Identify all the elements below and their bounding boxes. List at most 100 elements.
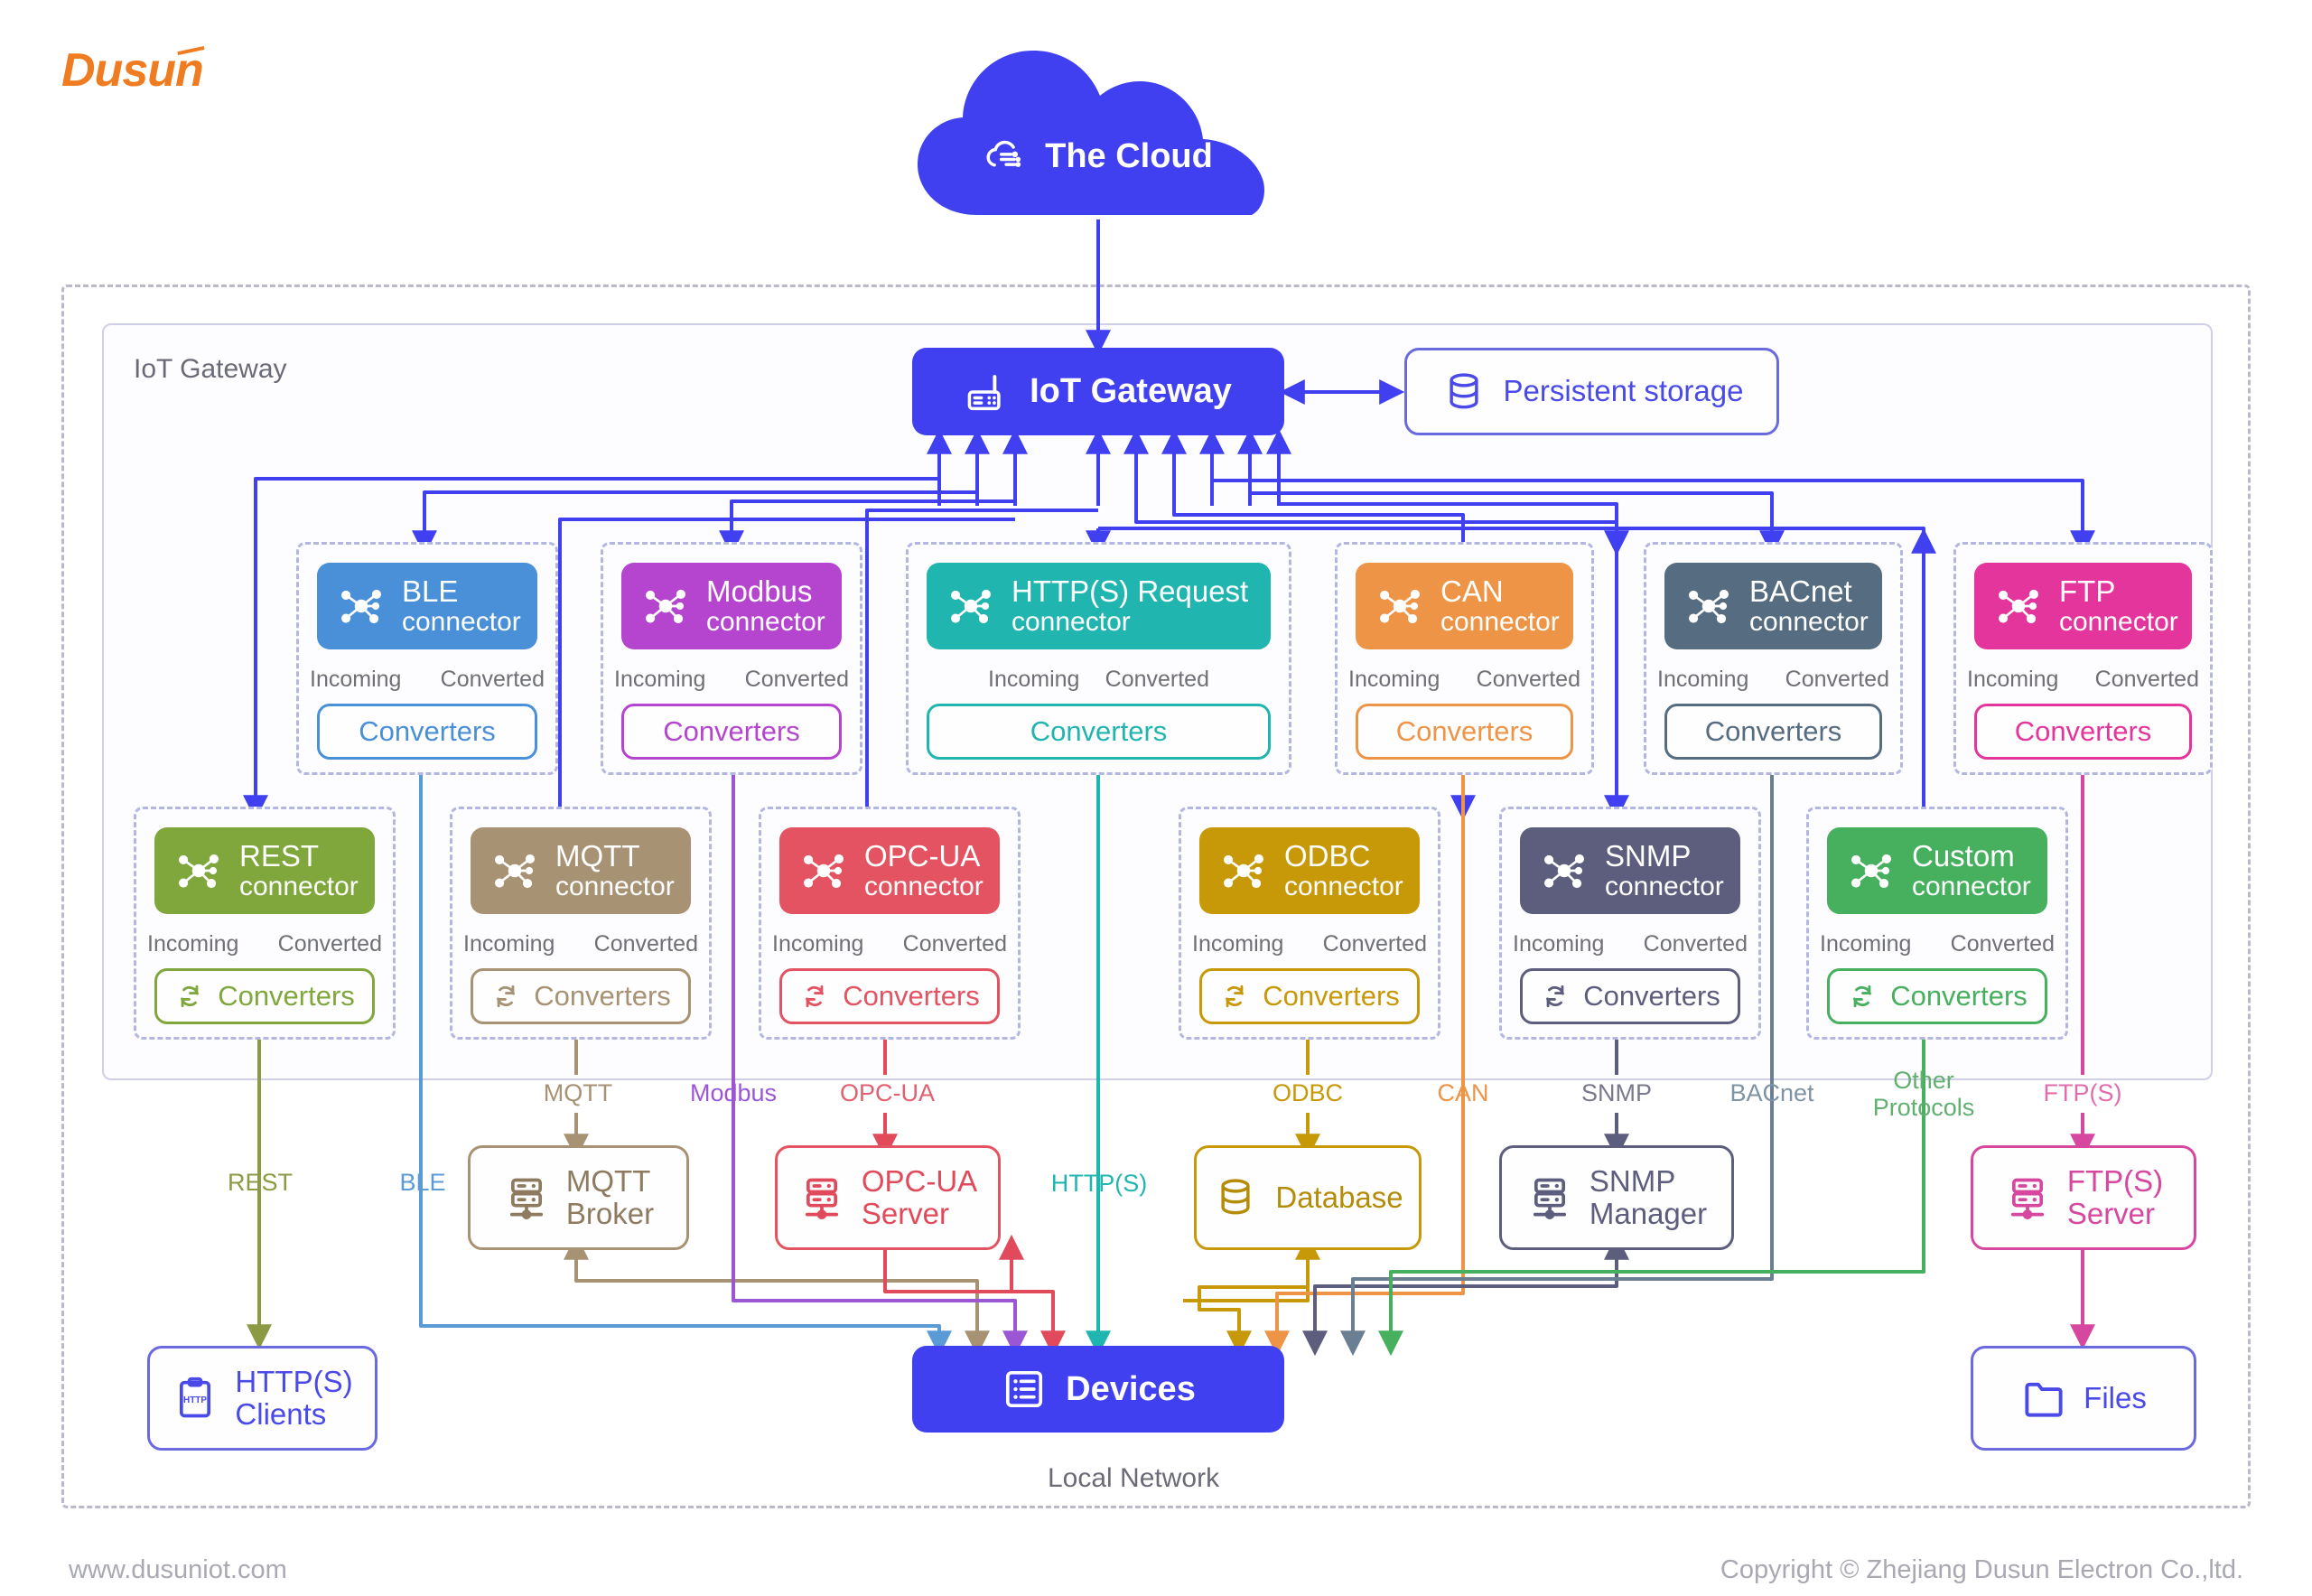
converters-label: Converters [218,980,355,1012]
connector-name-block: BLE connector [402,575,521,636]
connector-header-can[interactable]: CAN connector [1356,563,1573,649]
connector-header-https-request[interactable]: HTTP(S) Request connector [927,563,1271,649]
mqtt-broker-box[interactable]: MQTT Broker [468,1145,689,1250]
connector-subname: connector [239,871,359,901]
connector-group-https-request[interactable]: HTTP(S) Request connector Incoming Conve… [906,542,1291,775]
connector-group-odbc[interactable]: ODBC connector Incoming Converted Conver… [1179,807,1440,1040]
persistent-storage-box[interactable]: Persistent storage [1404,348,1779,435]
converters-box[interactable]: Converters [1974,704,2192,760]
opc-ua-server-line1: OPC-UA [861,1163,978,1198]
io-labels: Incoming Converted [310,660,545,698]
snmp-manager-box[interactable]: SNMP Manager [1499,1145,1734,1250]
connector-name-block: REST connector [239,840,359,901]
converters-label: Converters [843,980,980,1012]
devices-box[interactable]: Devices [912,1346,1284,1433]
converted-label: Converted [744,666,849,692]
io-labels: Incoming Converted [1513,925,1748,963]
mqtt-broker-line1: MQTT [565,1163,651,1198]
connector-name: BACnet [1749,574,1852,609]
dusun-logo: Dusun [61,43,206,98]
connector-subname: connector [1012,606,1131,637]
converters-box[interactable]: Converters [621,704,842,760]
connector-header-opc-ua[interactable]: OPC-UA connector [779,827,1000,914]
cloud-iot-icon [986,140,1021,167]
connector-header-mqtt[interactable]: MQTT connector [471,827,691,914]
ftps-server-line1: FTP(S) [2066,1163,2164,1198]
io-labels: Incoming Converted [988,660,1209,698]
connector-group-mqtt[interactable]: MQTT connector Incoming Converted Conver… [450,807,712,1040]
diagram-canvas: Dusun IoT Gateway Local Network The Clou… [0,0,2312,1596]
database-icon [1221,1179,1250,1215]
hub-icon [1689,589,1729,624]
protocol-label-mqtt: MQTT [543,1079,613,1106]
connector-group-can[interactable]: CAN connector Incoming Converted Convert… [1335,542,1594,775]
connector-subname: connector [1284,871,1403,901]
connector-header-odbc[interactable]: ODBC connector [1199,827,1420,914]
connector-header-ble[interactable]: BLE connector [317,563,537,649]
connector-name: SNMP [1605,839,1692,873]
opc-ua-server-box[interactable]: OPC-UA Server [775,1145,1001,1250]
persistent-storage-label: Persistent storage [1503,374,1744,408]
connector-header-rest[interactable]: REST connector [154,827,375,914]
iot-gateway-region-label: IoT Gateway [134,354,287,384]
converters-label: Converters [1583,980,1720,1012]
files-box[interactable]: Files [1971,1346,2196,1451]
converters-box[interactable]: Converters [1199,968,1420,1024]
io-labels: Incoming Converted [1348,660,1580,698]
iot-gateway-label: IoT Gateway [1030,372,1232,410]
converted-label: Converted [2094,666,2199,692]
connector-group-modbus[interactable]: Modbus connector Incoming Converted Conv… [601,542,862,775]
io-labels: Incoming Converted [614,660,849,698]
converters-box[interactable]: Converters [927,704,1271,760]
iot-gateway-box[interactable]: IoT Gateway [912,348,1284,435]
converted-label: Converted [1105,666,1209,692]
connector-header-modbus[interactable]: Modbus connector [621,563,842,649]
https-clients-label-block: HTTP(S) Clients [235,1365,352,1432]
connector-group-rest[interactable]: REST connector Incoming Converted Conver… [134,807,396,1040]
converters-label: Converters [2014,715,2152,747]
converters-box[interactable]: Converters [154,968,375,1024]
incoming-label: Incoming [1192,930,1284,957]
incoming-label: Incoming [463,930,555,957]
connector-name: Modbus [706,574,813,609]
sync-icon [497,985,516,1008]
converted-label: Converted [277,930,382,957]
cloud-node[interactable]: The Cloud [912,47,1282,219]
io-labels: Incoming Converted [1657,660,1889,698]
io-labels: Incoming Converted [1192,925,1427,963]
converters-box[interactable]: Converters [779,968,1000,1024]
connector-header-bacnet[interactable]: BACnet connector [1664,563,1882,649]
connector-group-ble[interactable]: BLE connector Incoming Converted Convert… [296,542,558,775]
connector-subname: connector [864,871,984,901]
converted-label: Converted [440,666,545,692]
converters-box[interactable]: Converters [1356,704,1573,760]
connector-subname: connector [2059,606,2178,637]
converters-box[interactable]: Converters [471,968,691,1024]
database-box[interactable]: Database [1194,1145,1422,1250]
hub-icon [951,589,991,624]
ftps-server-box[interactable]: FTP(S) Server [1971,1145,2196,1250]
connector-group-opc-ua[interactable]: OPC-UA connector Incoming Converted Conv… [759,807,1021,1040]
converters-box[interactable]: Converters [1827,968,2047,1024]
converters-box[interactable]: Converters [1520,968,1740,1024]
hub-icon [1999,589,2038,624]
connector-subname: connector [1440,606,1560,637]
connector-group-custom[interactable]: Custom connector Incoming Converted Conv… [1806,807,2068,1040]
converters-box[interactable]: Converters [1664,704,1882,760]
converters-box[interactable]: Converters [317,704,537,760]
sync-icon [181,985,200,1008]
server-icon [2010,1178,2044,1219]
connector-subname: connector [1749,606,1869,637]
connector-subname: connector [555,871,675,901]
connector-group-snmp[interactable]: SNMP connector Incoming Converted Conver… [1499,807,1761,1040]
connector-group-ftp[interactable]: FTP connector Incoming Converted Convert… [1953,542,2213,775]
connector-header-ftp[interactable]: FTP connector [1974,563,2192,649]
protocol-label-snmp: SNMP [1580,1079,1652,1106]
https-clients-box[interactable]: HTTP HTTP(S) Clients [147,1346,378,1451]
incoming-label: Incoming [614,666,706,692]
incoming-label: Incoming [1967,666,2059,692]
connector-header-snmp[interactable]: SNMP connector [1520,827,1740,914]
connector-group-bacnet[interactable]: BACnet connector Incoming Converted Conv… [1644,542,1903,775]
connector-header-custom[interactable]: Custom connector [1827,827,2047,914]
connector-name-block: MQTT connector [555,840,675,901]
